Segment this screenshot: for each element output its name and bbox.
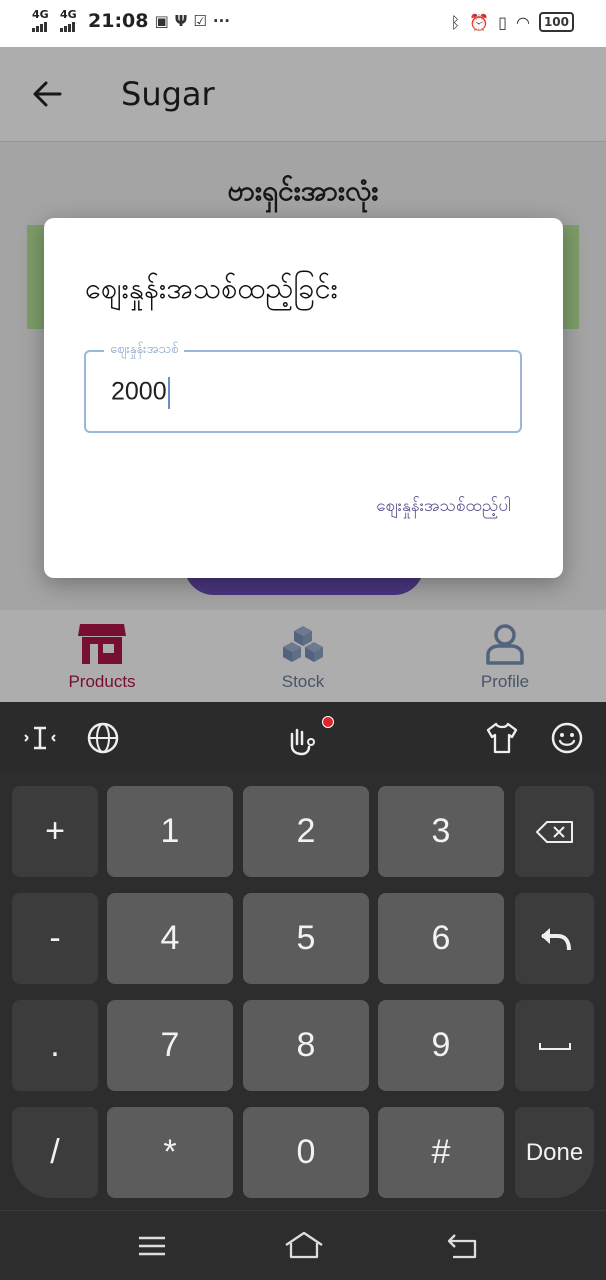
key-backspace[interactable] [515, 786, 594, 877]
new-price-input[interactable]: 2000 [111, 378, 167, 406]
network-type-2: 4G [60, 8, 77, 21]
key-1[interactable]: 1 [107, 786, 233, 877]
key-0[interactable]: 0 [243, 1107, 369, 1198]
task-done-icon: ☑ [193, 12, 207, 30]
key-plus[interactable]: + [12, 786, 98, 877]
alarm-icon: ⏰ [469, 12, 490, 32]
key-enter[interactable] [515, 893, 594, 984]
dialog-title: စျေးနှုန်းအသစ်ထည့်ခြင်း [85, 271, 339, 305]
key-star[interactable]: * [107, 1107, 233, 1198]
key-dot[interactable]: . [12, 1000, 98, 1091]
vibrate-icon: ▯ [498, 12, 507, 32]
add-new-price-button[interactable]: စျေးနှုန်းအသစ်ထည့်ပါ [376, 495, 511, 520]
bluetooth-icon: ᛒ [450, 12, 461, 32]
notification-app-icon: ▣ [154, 12, 169, 30]
key-7[interactable]: 7 [107, 1000, 233, 1091]
signal-4g-2-icon: 4G [60, 8, 82, 32]
home-icon[interactable] [283, 1229, 325, 1263]
back-icon[interactable] [445, 1229, 479, 1263]
theme-shirt-icon[interactable] [484, 720, 520, 756]
new-price-input-wrapper[interactable]: 2000 [111, 377, 170, 409]
new-price-field[interactable]: စျေးနှုန်းအသစ် 2000 [84, 341, 522, 433]
notification-dot [322, 716, 334, 728]
status-left: 4G 4G 21:08 ▣ Ψ ☑ ··· [32, 8, 230, 32]
key-6[interactable]: 6 [378, 893, 504, 984]
key-2[interactable]: 2 [243, 786, 369, 877]
key-hash[interactable]: # [378, 1107, 504, 1198]
key-3[interactable]: 3 [378, 786, 504, 877]
key-8[interactable]: 8 [243, 1000, 369, 1091]
key-5[interactable]: 5 [243, 893, 369, 984]
menu-icon[interactable] [135, 1229, 169, 1263]
emoji-icon[interactable] [549, 720, 585, 756]
space-bar-icon [538, 1042, 571, 1050]
key-minus[interactable]: - [12, 893, 98, 984]
key-space[interactable] [515, 1000, 594, 1091]
wifi-icon: ◠ [515, 12, 530, 32]
cursor-control-icon[interactable] [22, 720, 58, 756]
usb-icon: Ψ [174, 12, 188, 30]
enter-arrow-icon [540, 927, 571, 950]
numeric-keyboard: + 1 2 3 - 4 5 6 . 7 8 9 / * 0 # Done [0, 702, 606, 1210]
more-notifications-icon: ··· [212, 12, 230, 30]
status-time: 21:08 [88, 10, 149, 32]
keyboard-toolbar [0, 702, 606, 774]
system-navigation-bar [0, 1210, 606, 1280]
battery-icon: 100 [538, 12, 574, 32]
language-globe-icon[interactable] [85, 720, 121, 756]
status-bar: 4G 4G 21:08 ▣ Ψ ☑ ··· ᛒ ⏰ ▯ ◠ 100 [0, 0, 606, 47]
add-price-dialog: စျေးနှုန်းအသစ်ထည့်ခြင်း စျေးနှုန်းအသစ် 2… [44, 218, 563, 578]
key-done[interactable]: Done [515, 1107, 594, 1198]
network-type-1: 4G [32, 8, 49, 21]
key-9[interactable]: 9 [378, 1000, 504, 1091]
key-slash[interactable]: / [12, 1107, 98, 1198]
backspace-icon [535, 820, 573, 843]
key-4[interactable]: 4 [107, 893, 233, 984]
gesture-typing-icon[interactable] [284, 720, 320, 756]
signal-4g-icon: 4G [32, 8, 54, 32]
status-right: ᛒ ⏰ ▯ ◠ 100 [451, 12, 574, 32]
new-price-label: စျေးနှုန်းအသစ် [104, 341, 185, 360]
text-caret [167, 377, 170, 409]
